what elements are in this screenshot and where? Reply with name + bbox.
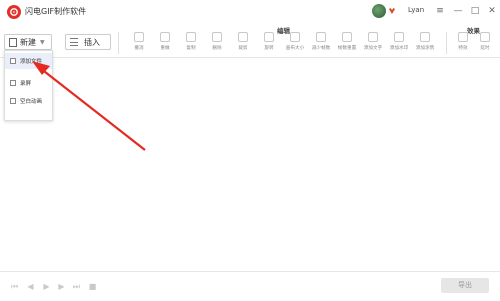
tool-delay[interactable]: 延时 [472, 32, 498, 56]
tool-add-watermark[interactable]: 添加水印 [386, 32, 412, 56]
tool-label: 添加水印 [389, 46, 409, 51]
menu-item-label: 录屏 [20, 81, 32, 87]
tool-add-doodle[interactable]: 添加涂鸦 [412, 32, 438, 56]
new-document-icon [9, 37, 17, 47]
tool-redo[interactable]: 重做 [152, 32, 178, 56]
maximize-icon[interactable]: □ [469, 4, 481, 18]
app-logo-icon [7, 5, 21, 19]
tool-label: 画布大小 [285, 46, 305, 51]
close-icon[interactable]: ✕ [486, 4, 498, 18]
menu-item-record-screen[interactable]: 录屏 [5, 75, 52, 91]
canvas-size-icon [290, 32, 300, 42]
toolbar-divider [446, 32, 447, 54]
new-button[interactable]: 新建 ▼ [4, 34, 52, 50]
app-title: 闪电GIF制作软件 [25, 7, 87, 16]
tool-label: 裁剪 [238, 46, 248, 51]
stop-icon[interactable]: ■ [88, 282, 97, 291]
add-text-icon [368, 32, 378, 42]
blank-animation-icon [10, 98, 16, 104]
tool-delete[interactable]: 删除 [204, 32, 230, 56]
rotate-icon [264, 32, 274, 42]
tool-label: 撤消 [134, 46, 144, 51]
export-button[interactable]: 导出 [441, 278, 489, 293]
tool-label: 重做 [160, 46, 170, 51]
tool-label: 复制 [186, 46, 196, 51]
footer-bar: ⏮ ◀ ▶ ▶ ⏭ ■ 导出 [0, 271, 500, 301]
tool-label: 添加涂鸦 [415, 46, 435, 51]
insert-button[interactable]: 插入 [65, 34, 111, 50]
last-frame-icon[interactable]: ⏭ [72, 282, 81, 291]
delay-icon [480, 32, 490, 42]
vip-icon[interactable] [388, 7, 396, 15]
add-doodle-icon [420, 32, 430, 42]
tool-undo[interactable]: 撤消 [126, 32, 152, 56]
delete-icon [212, 32, 222, 42]
insert-button-label: 插入 [84, 37, 100, 47]
crop-icon [238, 32, 248, 42]
insert-icon [70, 38, 78, 46]
reduce-frames-icon [316, 32, 326, 42]
tool-canvas-size[interactable]: 画布大小 [282, 32, 308, 56]
tool-reduce-frames[interactable]: 减少帧数 [308, 32, 334, 56]
toolbar-divider [118, 32, 119, 54]
new-dropdown-menu: 添加文件 录屏 空白动画 [4, 50, 53, 121]
prev-frame-icon[interactable]: ◀ [26, 282, 35, 291]
tool-label: 延时 [480, 46, 490, 51]
avatar[interactable] [372, 4, 386, 18]
next-frame-icon[interactable]: ▶ [57, 282, 66, 291]
tool-crop[interactable]: 裁剪 [230, 32, 256, 56]
effects-icon [458, 32, 468, 42]
record-screen-icon [10, 80, 16, 86]
new-button-label: 新建 [20, 37, 36, 47]
chevron-down-icon: ▼ [40, 38, 45, 46]
minimize-icon[interactable]: — [452, 4, 464, 18]
title-bar: 闪电GIF制作软件 Lyan ≡ — □ ✕ [0, 0, 500, 24]
menu-item-label: 添加文件 [20, 59, 43, 65]
menu-icon[interactable]: ≡ [434, 4, 446, 18]
tool-label: 添加文字 [363, 46, 383, 51]
menu-item-blank-animation[interactable]: 空白动画 [5, 93, 52, 109]
tool-label: 旋转 [264, 46, 274, 51]
username[interactable]: Lyan [408, 6, 424, 14]
redo-icon [160, 32, 170, 42]
reset-frames-icon [342, 32, 352, 42]
first-frame-icon[interactable]: ⏮ [10, 282, 19, 291]
add-file-icon [10, 58, 16, 64]
tool-rotate[interactable]: 旋转 [256, 32, 282, 56]
toolbar: 编辑 效果 新建 ▼ 插入 撤消 重做 复制 删除 裁剪 旋转 画布大小 减少帧数 帧数重置 添加… [0, 24, 500, 58]
add-watermark-icon [394, 32, 404, 42]
menu-item-label: 空白动画 [20, 99, 43, 105]
tool-label: 减少帧数 [311, 46, 331, 51]
undo-icon [134, 32, 144, 42]
copy-icon [186, 32, 196, 42]
tool-label: 删除 [212, 46, 222, 51]
tool-add-text[interactable]: 添加文字 [360, 32, 386, 56]
tool-copy[interactable]: 复制 [178, 32, 204, 56]
tool-label: 帧数重置 [337, 46, 357, 51]
play-icon[interactable]: ▶ [42, 282, 51, 291]
menu-item-add-file[interactable]: 添加文件 [5, 53, 52, 69]
tool-reset-frames[interactable]: 帧数重置 [334, 32, 360, 56]
